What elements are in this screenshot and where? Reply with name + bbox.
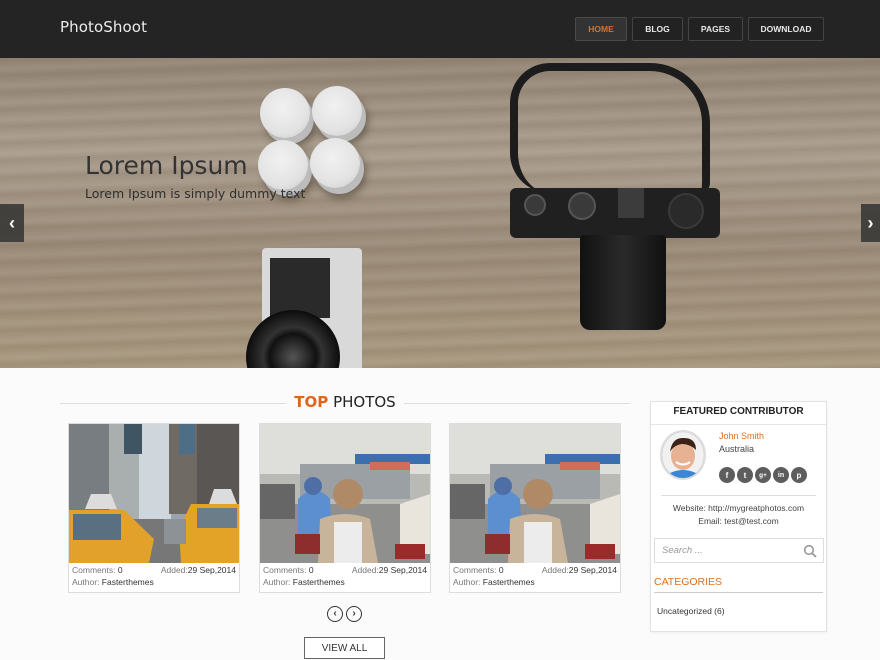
photo-card[interactable]: Comments: 0 Added:29 Sep,2014 Author: Fa… — [449, 423, 621, 593]
photos-pager: ‹ › — [327, 606, 362, 622]
pager-next-button[interactable]: › — [346, 606, 362, 622]
main-nav: HOME BLOG PAGES DOWNLOAD — [575, 17, 824, 41]
search-input[interactable] — [655, 539, 795, 562]
google-plus-icon[interactable]: g+ — [755, 467, 771, 483]
search-icon[interactable] — [803, 544, 817, 558]
title-rest: PHOTOS — [333, 393, 396, 411]
nav-download[interactable]: DOWNLOAD — [748, 17, 824, 41]
chevron-right-icon: › — [867, 212, 874, 233]
photo-thumbnail-street-scooters[interactable] — [260, 424, 430, 563]
view-all-button[interactable]: VIEW ALL — [304, 637, 385, 659]
chevron-left-icon: ‹ — [333, 608, 337, 619]
nav-pages[interactable]: PAGES — [688, 17, 743, 41]
author: Author: Fasterthemes — [72, 577, 154, 587]
contributor-website[interactable]: Website: http://mygreatphotos.com — [651, 503, 826, 513]
camera-dial — [524, 194, 546, 216]
search-box — [654, 538, 824, 563]
added-date: Added:29 Sep,2014 — [541, 565, 617, 575]
camera-lens-image — [580, 235, 666, 330]
photo-card[interactable]: Comments: 0 Added:29 Sep,2014 Author: Fa… — [68, 423, 240, 593]
categories-title: CATEGORIES — [654, 576, 723, 588]
wood-texture — [0, 58, 880, 368]
contributor-avatar[interactable] — [660, 430, 706, 480]
pinterest-icon[interactable]: p — [791, 467, 807, 483]
film-canister-image — [312, 86, 362, 136]
title-accent: TOP — [294, 393, 329, 411]
camera-hotshoe — [618, 188, 644, 218]
slider-next-button[interactable]: › — [861, 204, 880, 242]
contributor-email[interactable]: Email: test@test.com — [651, 516, 826, 526]
nav-home[interactable]: HOME — [575, 17, 627, 41]
author: Author: Fasterthemes — [263, 577, 345, 587]
divider — [661, 495, 816, 496]
comments-count: Comments: 0 — [263, 565, 314, 575]
chevron-right-icon: › — [352, 608, 356, 619]
film-canister-image — [258, 140, 308, 190]
photo-thumbnail-city-taxis[interactable] — [69, 424, 239, 563]
facebook-icon[interactable]: f — [719, 467, 735, 483]
added-date: Added:29 Sep,2014 — [160, 565, 236, 575]
contributor-country: Australia — [719, 444, 755, 454]
site-logo[interactable]: PhotoShoot — [60, 18, 147, 36]
slide-subtitle: Lorem Ipsum is simply dummy text — [85, 186, 306, 201]
slide-title: Lorem Ipsum — [85, 151, 248, 180]
camera-strap-image — [510, 63, 710, 193]
pager-prev-button[interactable]: ‹ — [327, 606, 343, 622]
comments-count: Comments: 0 — [72, 565, 123, 575]
nav-blog[interactable]: BLOG — [632, 17, 683, 41]
photo-thumbnail-street-scooters[interactable] — [450, 424, 620, 563]
camera-image — [510, 188, 720, 238]
slider-prev-button[interactable]: ‹ — [0, 204, 24, 242]
added-date: Added:29 Sep,2014 — [351, 565, 427, 575]
featured-contributor-title: FEATURED CONTRIBUTOR — [673, 406, 804, 417]
section-title-top-photos: TOP PHOTOS — [60, 393, 630, 412]
film-canister-image — [260, 88, 310, 138]
camera-dial — [568, 192, 596, 220]
twitter-icon[interactable]: t — [737, 467, 753, 483]
photo-card[interactable]: Comments: 0 Added:29 Sep,2014 Author: Fa… — [259, 423, 431, 593]
film-canister-image — [310, 138, 360, 188]
camera-dial — [668, 193, 704, 229]
social-links: f t g+ in p — [719, 467, 807, 483]
divider — [651, 424, 826, 425]
comments-count: Comments: 0 — [453, 565, 504, 575]
site-header: PhotoShoot HOME BLOG PAGES DOWNLOAD — [0, 0, 880, 58]
contributor-name[interactable]: John Smith — [719, 431, 764, 441]
chevron-left-icon: ‹ — [9, 212, 15, 233]
author: Author: Fasterthemes — [453, 577, 535, 587]
linkedin-icon[interactable]: in — [773, 467, 789, 483]
sidebar: FEATURED CONTRIBUTOR John Smith Australi… — [650, 401, 827, 632]
category-link[interactable]: Uncategorized (6) — [657, 606, 725, 616]
hero-slider: Lorem Ipsum Lorem Ipsum is simply dummy … — [0, 58, 880, 368]
divider — [654, 592, 823, 593]
